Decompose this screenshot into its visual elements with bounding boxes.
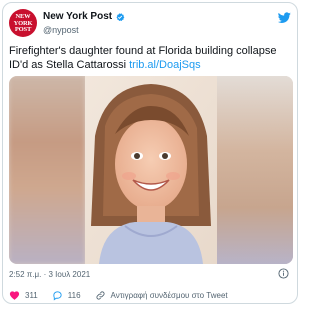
- like-button[interactable]: 311: [9, 290, 38, 301]
- reply-button[interactable]: 116: [52, 290, 81, 301]
- info-icon[interactable]: [278, 268, 289, 279]
- tweet-header: NEW YORK POST New York Post @nypost: [9, 9, 291, 39]
- tweet-actions: 311 116 Αντιγραφή συνδέσμου στο Tweet: [9, 290, 242, 301]
- heart-icon: [9, 291, 20, 300]
- like-count: 311: [25, 291, 38, 300]
- copy-link-button[interactable]: Αντιγραφή συνδέσμου στο Tweet: [95, 290, 228, 301]
- reply-bubble-icon: [53, 291, 62, 301]
- tweet-card[interactable]: NEW YORK POST New York Post @nypost Firefi…: [2, 2, 298, 304]
- nypost-logo: NEW YORK POST: [13, 13, 33, 33]
- copy-link-label: Αντιγραφή συνδέσμου στο Tweet: [110, 291, 228, 300]
- avatar[interactable]: NEW YORK POST: [9, 9, 37, 37]
- blurred-photo-left: [9, 76, 85, 264]
- link-icon: [96, 291, 105, 300]
- blurred-photo-right: [217, 76, 293, 264]
- tweet-timestamp[interactable]: 2:52 π.μ. · 3 Ιουλ 2021: [9, 270, 90, 279]
- account-name[interactable]: New York Post: [43, 11, 112, 22]
- reply-count: 116: [67, 291, 81, 300]
- tweet-text: Firefighter's daughter found at Florida …: [9, 44, 293, 72]
- girl-portrait-photo: [85, 76, 217, 264]
- tweet-image[interactable]: [9, 76, 293, 264]
- verified-badge-icon: [116, 12, 125, 21]
- tweet-link[interactable]: trib.al/DoajSqs: [129, 59, 201, 71]
- twitter-bird-icon[interactable]: [278, 11, 291, 24]
- account-handle[interactable]: @nypost: [43, 25, 79, 35]
